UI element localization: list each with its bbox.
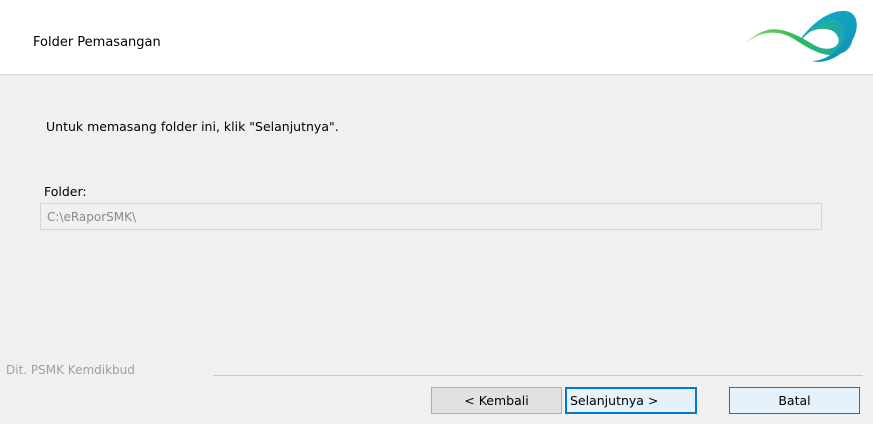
installer-window: Folder Pemasangan Untuk memasang folder … <box>0 0 873 424</box>
header-panel: Folder Pemasangan <box>0 0 873 75</box>
back-button[interactable]: < Kembali <box>431 387 562 414</box>
next-button[interactable]: Selanjutnya > <box>565 387 697 414</box>
brand-text: Dit. PSMK Kemdikbud <box>6 363 135 377</box>
page-title: Folder Pemasangan <box>33 35 161 50</box>
footer-divider <box>213 375 863 376</box>
infinity-logo-icon <box>746 10 857 62</box>
instruction-text: Untuk memasang folder ini, klik "Selanju… <box>46 119 339 134</box>
folder-label: Folder: <box>44 184 87 199</box>
folder-path-field[interactable] <box>40 203 822 230</box>
cancel-button[interactable]: Batal <box>729 387 860 414</box>
